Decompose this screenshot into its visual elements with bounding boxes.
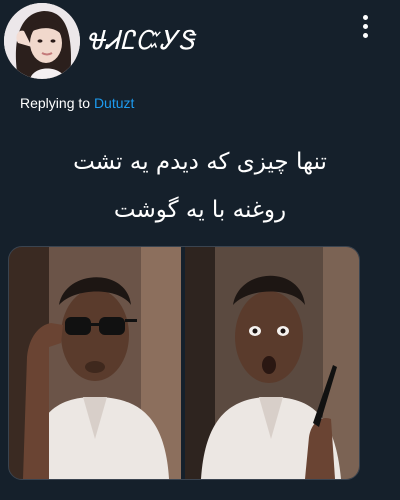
more-options-icon[interactable] bbox=[360, 15, 370, 43]
avatar[interactable] bbox=[4, 3, 80, 79]
tweet-media[interactable] bbox=[8, 246, 360, 480]
tweet-text-line: روغنه با یه گوشت bbox=[113, 197, 287, 223]
reply-handle-link[interactable]: Dutuzt bbox=[94, 95, 134, 111]
media-image-right[interactable] bbox=[185, 247, 359, 479]
display-name[interactable]: ᏠᏗᏝᏨᎩᏕ bbox=[86, 28, 195, 54]
media-image-left[interactable] bbox=[9, 247, 181, 479]
tweet-view: ᏠᏗᏝᏨᎩᏕ Replying to Dutuzt تنها چیزی که د… bbox=[0, 0, 400, 500]
avatar-photo bbox=[4, 3, 80, 79]
tweet-text-line: تنها چیزی که دیدم یه تشت bbox=[73, 149, 327, 175]
tweet-text: تنها چیزی که دیدم یه تشت روغنه با یه گوش… bbox=[20, 138, 380, 234]
replying-to-label: Replying to bbox=[20, 95, 91, 111]
replying-to-line: Replying to Dutuzt bbox=[20, 94, 134, 112]
